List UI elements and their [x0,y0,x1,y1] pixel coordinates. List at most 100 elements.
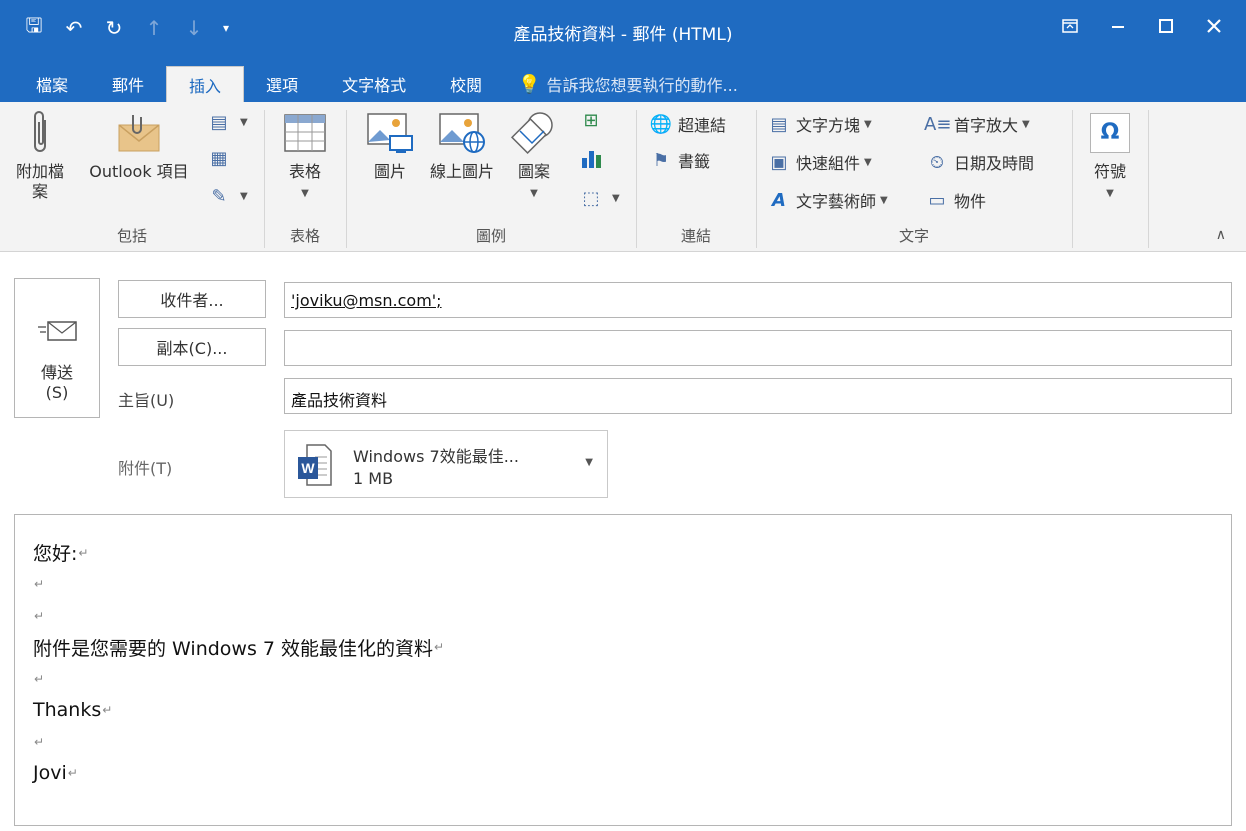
wordart-label: 文字藝術師 [796,192,877,211]
chart-button[interactable] [578,148,604,170]
date-time-button[interactable]: ⏲ 日期及時間 [924,150,1034,174]
lightbulb-icon: 💡 [518,73,541,95]
calendar-button[interactable]: ▦ [206,148,236,169]
date-time-label: 日期及時間 [954,154,1035,173]
chevron-down-icon: ▼ [301,188,309,199]
send-text: 傳送 [40,363,73,382]
minimize-icon[interactable] [1094,8,1142,44]
attachment-item[interactable]: W Windows 7效能最佳... 1 MB ▼ [284,430,608,498]
body-line-text: Thanks [33,699,102,722]
close-icon[interactable] [1190,8,1238,44]
drop-cap-button[interactable]: A≡ 首字放大 ▼ [924,112,1030,136]
body-line: ↵ [33,569,1213,601]
wordart-icon: A [772,189,786,211]
send-key: (S) [45,383,69,402]
pictures-label: 圖片 [373,162,406,181]
word-document-icon: W [297,443,333,487]
chevron-down-icon: ▼ [612,193,620,204]
paragraph-mark: ↵ [34,577,45,592]
hyperlink-button[interactable]: 🌐 超連結 [648,112,726,136]
chevron-down-icon: ▼ [240,191,248,202]
quick-parts-button[interactable]: ▣ 快速組件 ▼ [766,150,872,174]
quick-parts-label: 快速組件 [796,154,861,173]
tab-format-text[interactable]: 文字格式 [320,66,428,102]
drop-cap-icon: A≡ [924,113,952,135]
paragraph-mark: ↵ [78,545,89,560]
chevron-down-icon: ▼ [1022,118,1030,130]
outlook-item-button[interactable]: Outlook 項目 [80,108,198,182]
screenshot-icon: ⬚ [582,188,600,209]
tab-options[interactable]: 選項 [244,66,320,102]
attachment-name: Windows 7效能最佳... [353,447,519,466]
body-line: 您好: ↵ [33,537,1213,569]
group-include: 附加檔 案 Outlook 項目 ▤ ▼ ▦ ✎ ▼ 包括 [0,102,264,252]
bookmark-label: 書籤 [678,152,711,171]
bookmark-flag-icon: ⚑ [652,149,670,171]
body-line-text: Jovi [33,762,67,785]
screenshot-button[interactable]: ⬚ ▼ [578,188,620,209]
online-pictures-label: 線上圖片 [429,162,494,181]
message-body[interactable]: 您好: ↵ ↵ ↵ 附件是您需要的 Windows 7 效能最佳化的資料 ↵ ↵ T… [14,514,1232,826]
tab-message[interactable]: 郵件 [90,66,166,102]
quick-parts-icon: ▣ [770,151,788,173]
shapes-button[interactable]: 圖案 ▼ [506,108,562,204]
tab-review[interactable]: 校閱 [428,66,504,102]
attach-file-label: 附加檔 案 [15,162,64,201]
chevron-down-icon: ▼ [864,156,872,168]
window-controls [1046,8,1238,44]
tell-me-box[interactable]: 💡 告訴我您想要執行的動作... [504,66,760,102]
paragraph-mark: ↵ [34,608,45,623]
smartart-button[interactable]: ⊞ [578,110,608,131]
pictures-button[interactable]: 圖片 [358,108,422,182]
group-separator [1148,110,1149,248]
calendar-icon: ▦ [210,148,228,169]
send-envelope-icon [15,319,99,349]
business-card-icon: ▤ [210,112,228,133]
tab-insert[interactable]: 插入 [166,66,245,102]
chevron-down-icon: ▼ [240,117,248,128]
symbol-button[interactable]: Ω 符號 ▼ [1082,108,1138,204]
group-links-label: 連結 [680,227,711,245]
online-pictures-button[interactable]: 線上圖片 [424,108,500,182]
outlook-item-icon [80,108,198,158]
cc-field[interactable] [284,330,1232,366]
bookmark-button[interactable]: ⚑ 書籤 [648,148,710,172]
group-links: 🌐 超連結 ⚑ 書籤 連結 [636,102,756,252]
subject-field[interactable]: 產品技術資料 [284,378,1232,414]
attachments-label: 附件(T) [118,459,173,478]
text-box-button[interactable]: ▤ 文字方塊 ▼ [766,112,871,136]
chevron-down-icon: ▼ [1106,188,1114,199]
send-button[interactable]: 傳送 (S) [14,278,100,418]
title-bar: 🖫 ↶ ↻ ↑ ↓ ▾ 產品技術資料 - 郵件 (HTML) [0,0,1246,64]
attach-file-button[interactable]: 附加檔 案 [8,108,72,202]
collapse-ribbon-icon[interactable]: ∧ [1216,227,1226,243]
group-illustrations-label: 圖例 [475,227,506,245]
to-field[interactable]: 'joviku@msn.com'; [284,282,1232,318]
business-card-button[interactable]: ▤ ▼ [206,112,248,133]
group-text-label: 文字 [898,227,929,245]
group-include-label: 包括 [116,227,147,245]
text-box-icon: ▤ [770,113,788,135]
paragraph-mark: ↵ [434,640,445,655]
ribbon-display-options-icon[interactable] [1046,8,1094,44]
paperclip-icon [8,108,72,158]
object-button[interactable]: ▭ 物件 [924,188,986,212]
signature-button[interactable]: ✎ ▼ [206,186,248,207]
to-button[interactable]: 收件者... [118,280,266,318]
outlook-item-label: Outlook 項目 [89,162,189,181]
online-picture-icon [424,108,500,158]
cc-button[interactable]: 副本(C)... [118,328,266,366]
wordart-button[interactable]: A 文字藝術師 ▼ [766,188,888,212]
table-button[interactable]: 表格 ▼ [274,108,336,204]
tab-file[interactable]: 檔案 [14,66,90,102]
chart-icon [582,151,601,168]
chevron-down-icon[interactable]: ▼ [585,457,593,468]
shapes-label: 圖案 [517,162,550,181]
body-line: ↵ [33,726,1213,758]
picture-icon [358,108,422,158]
paragraph-mark: ↵ [102,703,113,718]
tell-me-text: 告訴我您想要執行的動作... [546,76,738,95]
body-line: Jovi ↵ [33,758,1213,790]
body-line-text: 附件是您需要的 Windows 7 效能最佳化的資料 [33,637,434,660]
maximize-icon[interactable] [1142,8,1190,44]
